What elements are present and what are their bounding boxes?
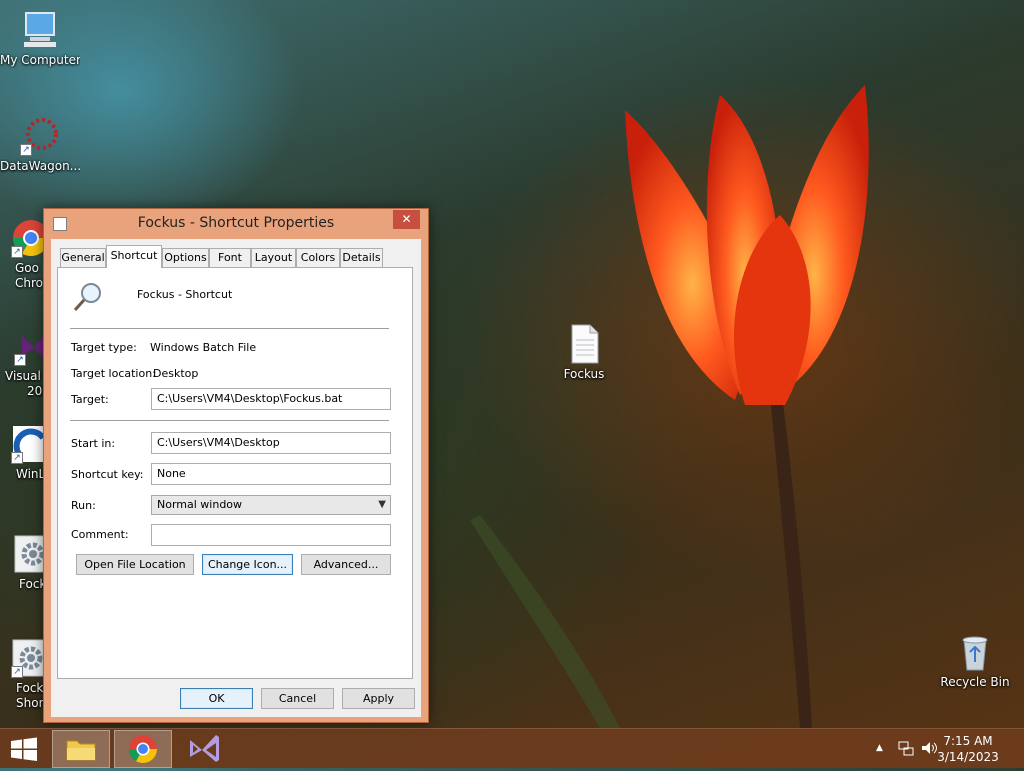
run-label: Run:: [71, 499, 96, 512]
network-icon[interactable]: [898, 740, 914, 760]
computer-icon: [20, 10, 60, 50]
desktop-icon-fockus-file[interactable]: Fockus: [544, 324, 624, 382]
comment-input[interactable]: [151, 524, 391, 546]
recycle-bin-icon: [955, 632, 995, 672]
target-input[interactable]: C:\Users\VM4\Desktop\Fockus.bat: [151, 388, 391, 410]
taskbar-visual-studio[interactable]: [176, 730, 234, 768]
cancel-button[interactable]: Cancel: [261, 688, 334, 709]
tab-font[interactable]: Font: [209, 248, 251, 267]
chevron-down-icon: ▼: [378, 499, 386, 510]
start-in-label: Start in:: [71, 437, 116, 450]
taskbar-chrome[interactable]: [114, 730, 172, 768]
close-icon: ✕: [401, 212, 412, 226]
target-label: Target:: [71, 393, 109, 406]
shortcut-arrow-icon: ↗: [14, 354, 26, 366]
dialog-title: Fockus - Shortcut Properties: [137, 215, 335, 231]
comment-label: Comment:: [71, 528, 129, 541]
clock-time[interactable]: 7:15 AM: [928, 734, 1008, 748]
run-select[interactable]: Normal window ▼: [151, 495, 391, 515]
close-button[interactable]: ✕: [393, 210, 420, 229]
tab-details[interactable]: Details: [340, 248, 383, 267]
target-location-value: Desktop: [153, 367, 199, 380]
datawagon-icon: ↗: [20, 116, 60, 156]
clock-date[interactable]: 3/14/2023: [928, 750, 1008, 764]
ok-button[interactable]: OK: [180, 688, 253, 709]
dialog-client-area: General Shortcut Options Font Layout Col…: [51, 239, 421, 717]
tab-general[interactable]: General: [60, 248, 106, 267]
desktop-icon-recycle-bin[interactable]: Recycle Bin: [935, 632, 1015, 690]
apply-button[interactable]: Apply: [342, 688, 415, 709]
taskbar: ▲ 7:15 AM 3/14/2023: [0, 728, 1024, 768]
visual-studio-icon: [190, 735, 219, 762]
windows-logo-icon: [11, 737, 37, 761]
divider: [70, 328, 389, 329]
shortcut-arrow-icon: ↗: [11, 246, 23, 258]
show-hidden-icons-button[interactable]: ▲: [876, 743, 883, 753]
magnifier-icon: [72, 281, 104, 313]
folder-icon: [66, 740, 96, 761]
shortcut-key-input[interactable]: None: [151, 463, 391, 485]
desktop-icon-datawagon[interactable]: ↗ DataWagon...: [0, 116, 80, 174]
shortcut-arrow-icon: ↗: [11, 666, 23, 678]
shortcut-name: Fockus - Shortcut: [137, 288, 233, 301]
open-file-location-button[interactable]: Open File Location: [76, 554, 194, 575]
advanced-button[interactable]: Advanced...: [301, 554, 391, 575]
tab-colors[interactable]: Colors: [296, 248, 340, 267]
taskbar-file-explorer[interactable]: [52, 730, 110, 768]
divider: [70, 420, 389, 421]
tab-layout[interactable]: Layout: [251, 248, 296, 267]
target-type-label: Target type:: [71, 341, 137, 354]
target-type-value: Windows Batch File: [150, 341, 257, 354]
target-location-label: Target location:: [71, 367, 156, 380]
text-file-icon: [564, 324, 604, 364]
tab-options[interactable]: Options: [162, 248, 209, 267]
start-in-input[interactable]: C:\Users\VM4\Desktop: [151, 432, 391, 454]
shortcut-arrow-icon: ↗: [11, 452, 23, 464]
shortcut-tab-panel: Fockus - Shortcut Target type: Windows B…: [57, 267, 413, 679]
desktop-icon-my-computer[interactable]: My Computer: [0, 10, 80, 68]
start-button[interactable]: [0, 730, 48, 768]
dialog-titlebar[interactable]: Fockus - Shortcut Properties ✕: [44, 209, 428, 239]
change-icon-button[interactable]: Change Icon...: [202, 554, 293, 575]
run-select-value: Normal window: [157, 498, 243, 511]
shortcut-key-label: Shortcut key:: [71, 468, 144, 481]
shortcut-arrow-icon: ↗: [20, 144, 32, 156]
chrome-icon: [129, 735, 157, 763]
shortcut-properties-dialog: Fockus - Shortcut Properties ✕ General S…: [43, 208, 429, 723]
tab-shortcut[interactable]: Shortcut: [106, 245, 162, 268]
